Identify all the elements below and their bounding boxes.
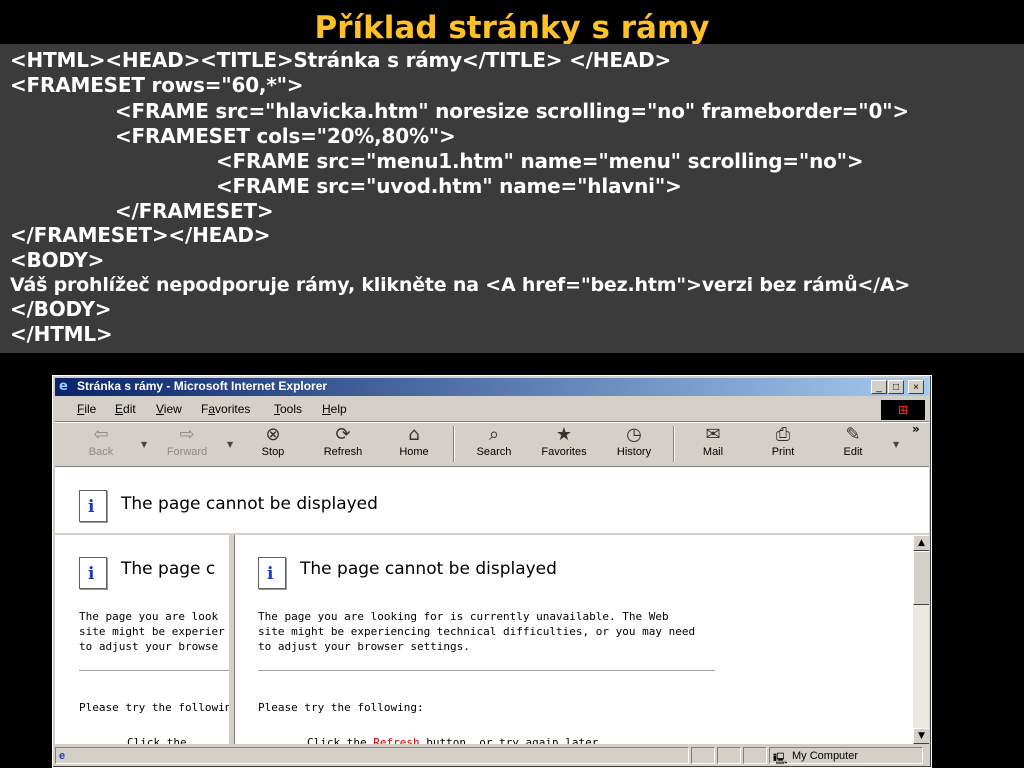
menu-favorites[interactable]: Favorites: [201, 402, 250, 416]
favorites-button[interactable]: ★ Favorites: [534, 424, 594, 464]
favorites-icon: ★: [555, 424, 573, 445]
print-button[interactable]: ⎙ Print: [753, 424, 813, 464]
status-cell: [717, 747, 741, 764]
browser-window: e Stránka s rámy - Microsoft Internet Ex…: [52, 375, 932, 768]
toolbar-separator: [453, 426, 455, 462]
error-text: The page you are look: [79, 610, 219, 623]
page-icon: e: [59, 750, 66, 762]
error-text: to adjust your browser settings.: [258, 640, 470, 653]
forward-button[interactable]: ⇨ Forward: [157, 424, 217, 464]
code-line: </FRAMESET>: [115, 199, 274, 223]
title-bar[interactable]: e Stránka s rámy - Microsoft Internet Ex…: [55, 378, 929, 396]
error-text: The page you are looking for is currentl…: [258, 610, 669, 623]
toolbar-separator: [673, 426, 675, 462]
status-cell: [691, 747, 715, 764]
code-line: <HTML><HEAD><TITLE>Stránka s rámy</TITLE…: [10, 48, 672, 72]
code-line: </FRAMESET></HEAD>: [10, 223, 271, 247]
code-line: <FRAMESET rows="60,*">: [10, 73, 304, 97]
try-text: Please try the following:: [258, 701, 424, 714]
cutoff-text: Click the: [127, 736, 187, 744]
status-bar: e 🖳 My Computer: [55, 746, 929, 765]
toolbar: ⇦ Back ▼ ⇨ Forward ▼ ⊗ Stop ⟳ Refresh ⌂ …: [55, 422, 929, 466]
ie-logo-icon: e: [59, 379, 68, 394]
divider: [79, 670, 229, 671]
info-icon: i: [79, 490, 107, 522]
code-line: </BODY>: [10, 297, 112, 321]
code-line: <FRAMESET cols="20%,80%">: [115, 124, 456, 148]
code-line: <BODY>: [10, 248, 105, 272]
forward-arrow-icon: ⇨: [179, 424, 195, 445]
scroll-up-button[interactable]: ▲: [913, 535, 929, 551]
menu-help[interactable]: Help: [322, 402, 347, 416]
error-text: site might be experier: [79, 625, 225, 638]
code-line: <FRAME src="menu1.htm" name="menu" scrol…: [216, 149, 864, 173]
vertical-scrollbar[interactable]: ▲ ▼: [913, 535, 929, 744]
dropdown-arrow-icon[interactable]: ▼: [893, 440, 899, 449]
menu-frame: i The page c The page you are look site …: [55, 535, 234, 744]
menu-bar: File Edit View Favorites Tools Help ⊞: [55, 398, 929, 420]
refresh-icon: ⟳: [335, 424, 351, 445]
info-icon: i: [258, 557, 286, 589]
cutoff-text: Click the Refresh button, or try again l…: [307, 735, 605, 744]
windows-logo-icon: ⊞: [881, 400, 925, 420]
code-line: </HTML>: [10, 322, 113, 346]
code-line: Váš prohlížeč nepodporuje rámy, klikněte…: [10, 274, 911, 296]
maximize-button[interactable]: □: [888, 380, 904, 394]
toolbar-overflow-button[interactable]: »: [912, 422, 920, 436]
zone-label: My Computer: [792, 750, 859, 762]
history-icon: ◷: [626, 424, 642, 445]
mail-icon: ✉: [705, 424, 721, 445]
home-icon: ⌂: [408, 424, 420, 445]
stop-button[interactable]: ⊗ Stop: [243, 424, 303, 464]
edit-icon: ✎: [845, 424, 861, 445]
search-button[interactable]: ⌕ Search: [464, 424, 524, 464]
computer-icon: 🖳: [773, 753, 788, 765]
search-icon: ⌕: [488, 424, 500, 445]
menu-file[interactable]: File: [77, 402, 96, 416]
home-button[interactable]: ⌂ Home: [384, 424, 444, 464]
code-line: <FRAME src="hlavicka.htm" noresize scrol…: [115, 99, 909, 123]
close-button[interactable]: ×: [908, 380, 924, 394]
dropdown-arrow-icon[interactable]: ▼: [227, 440, 233, 449]
error-title: The page cannot be displayed: [121, 494, 378, 514]
menu-tools[interactable]: Tools: [274, 402, 302, 416]
status-text: e: [55, 747, 689, 764]
refresh-link[interactable]: Refresh: [373, 736, 419, 744]
back-button[interactable]: ⇦ Back: [71, 424, 131, 464]
try-text: Please try the followin: [79, 701, 232, 714]
scroll-down-button[interactable]: ▼: [913, 728, 929, 744]
back-arrow-icon: ⇦: [93, 424, 109, 445]
menu-edit[interactable]: Edit: [115, 402, 136, 416]
refresh-button[interactable]: ⟳ Refresh: [313, 424, 373, 464]
history-button[interactable]: ◷ History: [604, 424, 664, 464]
code-listing: <HTML><HEAD><TITLE>Stránka s rámy</TITLE…: [0, 44, 1024, 353]
error-text: to adjust your browse: [79, 640, 219, 653]
slide-title: Příklad stránky s rámy: [314, 10, 710, 46]
scroll-thumb[interactable]: [913, 551, 929, 605]
divider: [258, 670, 715, 671]
print-icon: ⎙: [775, 424, 791, 445]
dropdown-arrow-icon[interactable]: ▼: [141, 440, 147, 449]
security-zone: 🖳 My Computer: [769, 747, 923, 765]
main-frame: i The page cannot be displayed The page …: [234, 535, 929, 744]
header-frame: i The page cannot be displayed: [55, 468, 929, 535]
stop-icon: ⊗: [265, 424, 281, 445]
error-text: site might be experiencing technical dif…: [258, 625, 696, 638]
browser-content: i The page cannot be displayed i The pag…: [55, 468, 929, 744]
edit-button[interactable]: ✎ Edit: [823, 424, 883, 464]
error-title: The page cannot be displayed: [300, 559, 557, 579]
mail-button[interactable]: ✉ Mail: [683, 424, 743, 464]
menu-view[interactable]: View: [156, 402, 182, 416]
info-icon: i: [79, 557, 107, 589]
error-title: The page c: [121, 559, 216, 579]
minimize-button[interactable]: _: [871, 380, 887, 394]
status-cell: [743, 747, 767, 764]
window-title: Stránka s rámy - Microsoft Internet Expl…: [77, 379, 328, 393]
code-line: <FRAME src="uvod.htm" name="hlavni">: [216, 174, 682, 198]
